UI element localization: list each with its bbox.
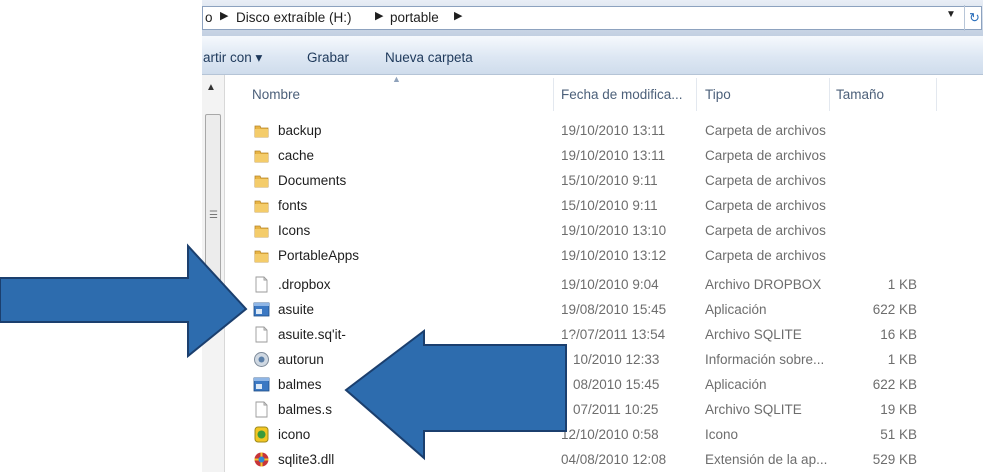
arrow-pointing-balmes (344, 328, 567, 461)
arrow-pointing-asuite (0, 243, 248, 359)
annotation-arrows (0, 243, 567, 461)
